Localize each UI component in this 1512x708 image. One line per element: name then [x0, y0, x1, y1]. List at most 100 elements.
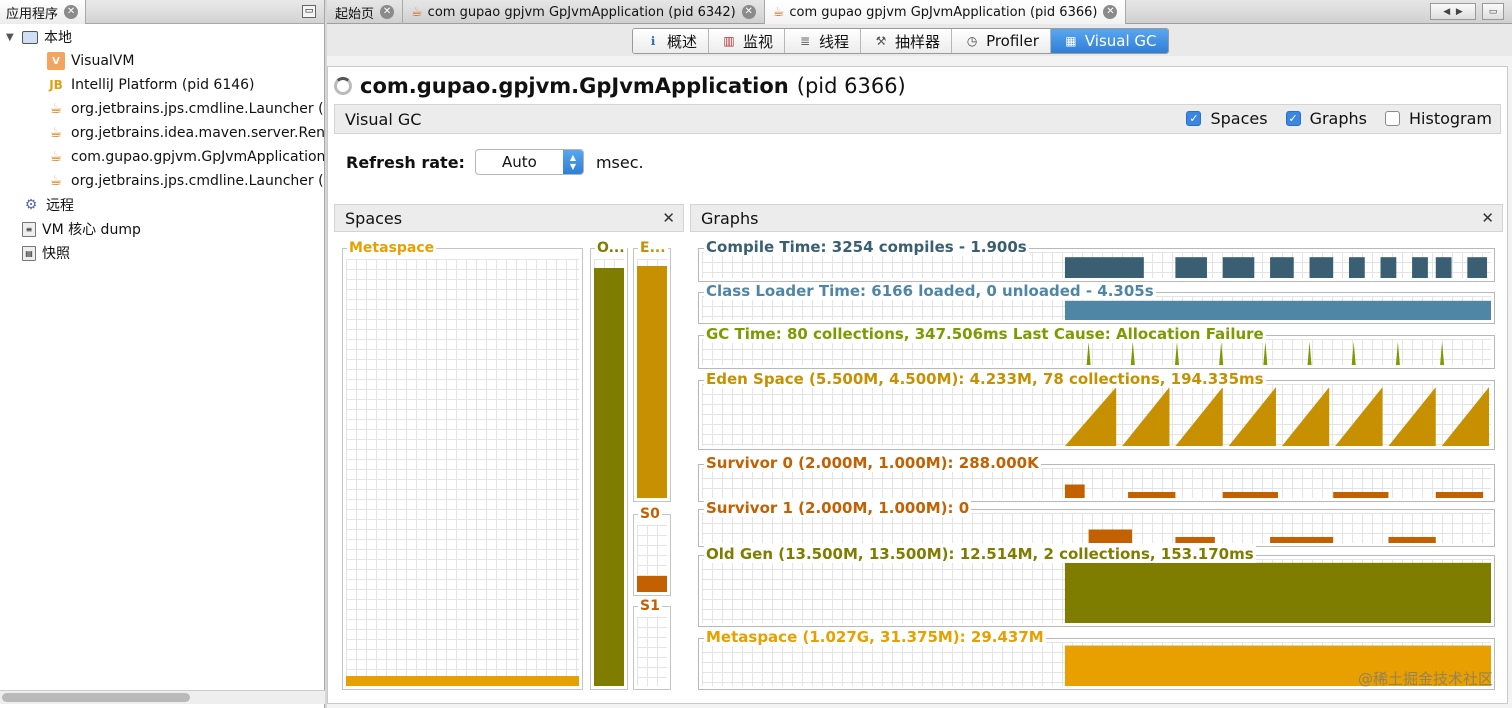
tab-monitor[interactable]: ▥ 监视 — [709, 29, 786, 53]
threads-icon: ≣ — [800, 34, 811, 48]
java-icon: ☕ — [772, 4, 785, 20]
tree-item-label: org.jetbrains.jps.cmdline.Launcher ( — [71, 173, 324, 189]
graphs-panel-title: Graphs — [701, 208, 759, 228]
graph-svg — [1088, 529, 1436, 543]
view-tab-label: 监视 — [743, 32, 774, 51]
tree-item-label: IntelliJ Platform (pid 6146) — [71, 77, 255, 93]
document-tab[interactable]: 起始页 ✕ — [327, 0, 404, 24]
graphs-option[interactable]: ✓ Graphs — [1285, 109, 1367, 128]
refresh-rate-select[interactable]: Auto ▲ ▼ — [474, 149, 584, 175]
visual-gc-icon: ▦ — [1065, 34, 1077, 48]
applications-tab[interactable]: 应用程序 ✕ — [0, 0, 86, 24]
tree-item[interactable]: ⚙ 远程 — [0, 193, 324, 217]
intellij-icon: JB — [49, 78, 63, 92]
window-list-icon[interactable]: ▭ — [1482, 3, 1504, 20]
histogram-checkbox[interactable] — [1385, 111, 1400, 126]
loading-spinner-icon — [334, 77, 352, 95]
histogram-option[interactable]: Histogram — [1385, 109, 1492, 128]
scrollbar-thumb[interactable] — [2, 693, 190, 702]
applications-panel: 应用程序 ✕ ▭ ▼ 本地 V VisualVM JB IntelliJ Platform… — [0, 0, 325, 708]
tree-item[interactable]: JB IntelliJ Platform (pid 6146) — [0, 73, 324, 97]
tree-item[interactable]: ≡ VM 核心 dump — [0, 217, 324, 241]
space-fill — [594, 267, 624, 686]
space-grid — [594, 259, 624, 686]
document-tab[interactable]: ☕ com gupao gpjvm GpJvmApplication (pid 6… — [764, 0, 1127, 24]
graph-gc: GC Time: 80 collections, 347.506ms Last … — [698, 326, 1495, 369]
tree-item[interactable]: ☕ org.jetbrains.jps.cmdline.Launcher ( — [0, 97, 324, 121]
close-icon[interactable]: ✕ — [380, 5, 395, 19]
tree-item[interactable]: V VisualVM — [0, 49, 324, 73]
tree-item[interactable]: ☕ com.gupao.gpjvm.GpJvmApplication — [0, 145, 324, 169]
graph-label: Survivor 1 (2.000M, 1.000M): 0 — [704, 499, 972, 517]
compile-bar — [1064, 257, 1144, 278]
document-tab[interactable]: ☕ com gupao gpjvm GpJvmApplication (pid 6… — [403, 0, 765, 24]
graph-plot — [702, 468, 1491, 498]
computer-icon — [22, 30, 38, 44]
survivor-bar — [1435, 492, 1484, 498]
graph-label: Compile Time: 3254 compiles - 1.900s — [704, 238, 1029, 256]
graph-label: Metaspace (1.027G, 31.375M): 29.437M — [704, 628, 1046, 646]
java-icon: ☕ — [49, 125, 63, 141]
compile-bar — [1222, 257, 1255, 278]
tree-item[interactable]: ▤ 快照 — [0, 241, 324, 265]
snapshot-icon: ▤ — [22, 245, 36, 261]
remote-icon: ⚙ — [24, 197, 38, 213]
tree-item[interactable]: ☕ org.jetbrains.idea.maven.server.Ren — [0, 121, 324, 145]
monitor-icon: ▥ — [723, 34, 735, 48]
space-grid — [637, 259, 667, 498]
refresh-rate-row: Refresh rate: Auto ▲ ▼ msec. — [346, 149, 644, 175]
tab-profiler[interactable]: ◷ Profiler — [952, 29, 1051, 53]
graphs-panel: Graphs ✕ Compile Time: 3254 compiles - 1… — [690, 204, 1503, 692]
spaces-checkbox[interactable]: ✓ — [1186, 111, 1202, 126]
graph-label: Class Loader Time: 6166 loaded, 0 unload… — [704, 282, 1156, 300]
gc-spike — [1219, 341, 1224, 365]
graph-svg — [1064, 484, 1484, 498]
view-tab-label: 概述 — [667, 32, 698, 51]
view-tab-label: Profiler — [986, 32, 1039, 50]
close-icon[interactable]: ✕ — [662, 209, 675, 227]
tab-overview[interactable]: ℹ 概述 — [633, 29, 710, 53]
survivor-bar — [1064, 484, 1085, 498]
close-icon[interactable]: ✕ — [64, 5, 79, 19]
visual-gc-view: com.gupao.gpjvm.GpJvmApplication (pid 63… — [327, 66, 1508, 704]
gc-spike — [1086, 341, 1091, 365]
eden-sawtooth — [1175, 387, 1223, 446]
graphs-checkbox[interactable]: ✓ — [1285, 111, 1301, 126]
survivor-bar — [1175, 537, 1215, 543]
profiler-icon: ◷ — [966, 34, 978, 48]
tab-visual-gc[interactable]: ▦ Visual GC — [1050, 29, 1168, 53]
tab-scroll-arrows[interactable]: ◀ ▶ — [1430, 3, 1476, 20]
refresh-rate-unit: msec. — [595, 152, 644, 172]
survivor-bar — [1088, 529, 1133, 543]
tab-sampler[interactable]: ⚒ 抽样器 — [861, 29, 953, 53]
close-icon[interactable]: ✕ — [1481, 209, 1494, 227]
graphs-panel-header: Graphs ✕ — [690, 204, 1503, 232]
view-tab-label: 线程 — [819, 32, 850, 51]
tab-threads[interactable]: ≣ 线程 — [785, 29, 862, 53]
applications-tab-label: 应用程序 — [6, 6, 59, 22]
graph-s1: Survivor 1 (2.000M, 1.000M): 0 — [698, 500, 1495, 547]
minimize-button[interactable]: ▭ — [302, 5, 316, 18]
graph-s0: Survivor 0 (2.000M, 1.000M): 288.000K — [698, 455, 1495, 502]
document-tab-label: 起始页 — [335, 6, 375, 22]
horizontal-scrollbar[interactable] — [0, 690, 325, 704]
space-fill — [346, 676, 579, 686]
spaces-option[interactable]: ✓ Spaces — [1186, 109, 1268, 128]
graph-label: Survivor 0 (2.000M, 1.000M): 288.000K — [704, 454, 1041, 472]
tab-navigation: ◀ ▶ ▭ — [1430, 3, 1504, 20]
space-grid — [637, 525, 667, 592]
document-tabs: 起始页 ✕ ☕ com gupao gpjvm GpJvmApplication (p… — [327, 0, 1512, 24]
tree-item[interactable]: ☕ org.jetbrains.jps.cmdline.Launcher ( — [0, 169, 324, 193]
close-icon[interactable]: ✕ — [741, 5, 756, 19]
space-label: E... — [638, 240, 668, 256]
select-arrows-icon[interactable]: ▲ ▼ — [562, 150, 583, 174]
space-label: O... — [595, 240, 627, 256]
tree-item[interactable]: ▼ 本地 — [0, 25, 324, 49]
view-tab-label: Visual GC — [1084, 32, 1157, 50]
tree-item-label: org.jetbrains.jps.cmdline.Launcher ( — [71, 101, 324, 117]
gc-spike — [1130, 341, 1135, 365]
option-label: Spaces — [1210, 109, 1268, 128]
expand-triangle-icon[interactable]: ▼ — [6, 32, 20, 43]
survivor-bar — [1270, 537, 1334, 543]
close-icon[interactable]: ✕ — [1103, 5, 1118, 19]
